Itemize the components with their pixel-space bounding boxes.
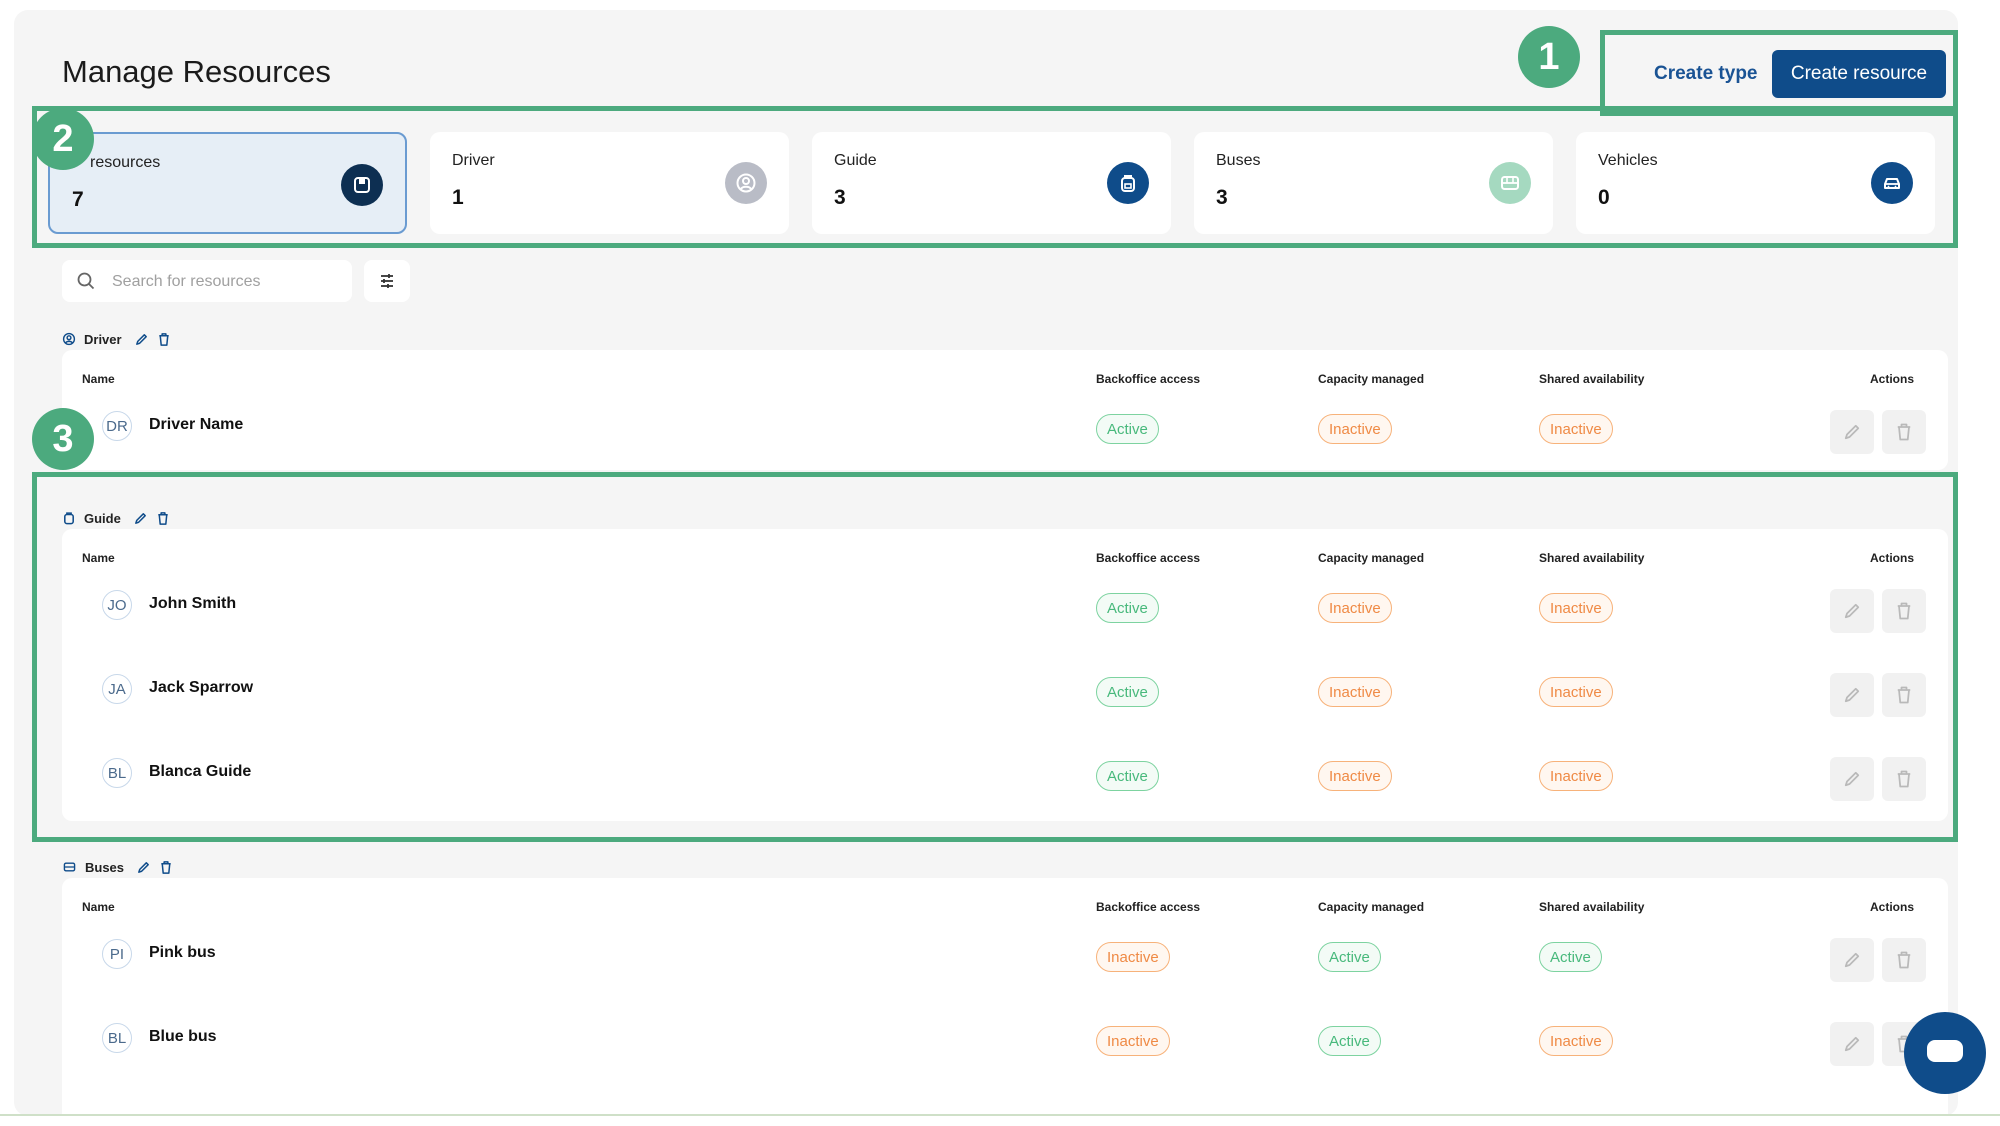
status-badge-capacity: Active bbox=[1318, 1026, 1381, 1056]
pencil-icon bbox=[1844, 952, 1860, 968]
section-header-driver: Driver bbox=[62, 328, 171, 350]
status-badge-shared: Inactive bbox=[1539, 1026, 1613, 1056]
section-header-buses: Buses bbox=[62, 856, 173, 878]
app-canvas: Manage Resources Create type Create reso… bbox=[14, 10, 1958, 1116]
table-row: BL Blue bus Inactive Active Inactive bbox=[62, 996, 1948, 1080]
trash-icon bbox=[1897, 423, 1911, 441]
search-input[interactable] bbox=[110, 268, 344, 296]
avatar: PI bbox=[102, 939, 132, 969]
edit-icon[interactable] bbox=[134, 332, 149, 347]
avatar: BL bbox=[102, 1023, 132, 1053]
sliders-icon bbox=[381, 274, 393, 288]
chat-icon bbox=[1927, 1040, 1963, 1062]
delete-button[interactable] bbox=[1882, 410, 1926, 454]
delete-button[interactable] bbox=[1882, 938, 1926, 982]
highlight-box-header-actions bbox=[1600, 30, 1958, 116]
callout-badge-3: 3 bbox=[32, 408, 94, 470]
resource-name[interactable]: Pink bus bbox=[149, 944, 216, 962]
pencil-icon bbox=[1844, 1036, 1860, 1052]
section-title: Driver bbox=[84, 331, 122, 347]
highlight-box-summary-cards bbox=[32, 106, 1958, 248]
status-badge-shared: Inactive bbox=[1539, 414, 1613, 444]
table-driver: Name Backoffice access Capacity managed … bbox=[62, 350, 1948, 470]
pencil-icon bbox=[1844, 424, 1860, 440]
bus-icon bbox=[63, 862, 76, 872]
search-box bbox=[62, 260, 352, 302]
trash-icon bbox=[1897, 951, 1911, 969]
table-row: PI Pink bus Inactive Active Active bbox=[62, 912, 1948, 996]
status-badge-capacity: Active bbox=[1318, 942, 1381, 972]
status-badge-backoffice: Inactive bbox=[1096, 1026, 1170, 1056]
edit-button[interactable] bbox=[1830, 938, 1874, 982]
status-badge-backoffice: Inactive bbox=[1096, 942, 1170, 972]
resource-name[interactable]: Blue bus bbox=[149, 1028, 217, 1046]
page-title: Manage Resources bbox=[62, 54, 331, 89]
edit-button[interactable] bbox=[1830, 1022, 1874, 1066]
page-bottom-border bbox=[0, 1114, 2000, 1116]
filter-button[interactable] bbox=[364, 260, 410, 302]
table-row: DR Driver Name Active Inactive Inactive bbox=[62, 384, 1948, 468]
avatar: DR bbox=[102, 411, 132, 441]
callout-badge-1: 1 bbox=[1518, 26, 1580, 88]
status-badge-backoffice: Active bbox=[1096, 414, 1159, 444]
resource-name[interactable]: Driver Name bbox=[149, 416, 243, 434]
section-title: Buses bbox=[85, 859, 125, 875]
table-buses: Name Backoffice access Capacity managed … bbox=[62, 878, 1948, 1116]
chat-button[interactable] bbox=[1904, 1012, 1986, 1094]
status-badge-shared: Active bbox=[1539, 942, 1602, 972]
search-icon bbox=[77, 272, 95, 290]
trash-icon[interactable] bbox=[157, 332, 171, 347]
user-circle-icon bbox=[62, 332, 76, 346]
edit-button[interactable] bbox=[1830, 410, 1874, 454]
edit-icon[interactable] bbox=[136, 860, 151, 875]
callout-badge-2: 2 bbox=[32, 108, 94, 170]
highlight-box-guide-section bbox=[32, 472, 1958, 842]
trash-icon[interactable] bbox=[159, 860, 173, 875]
status-badge-capacity: Inactive bbox=[1318, 414, 1392, 444]
